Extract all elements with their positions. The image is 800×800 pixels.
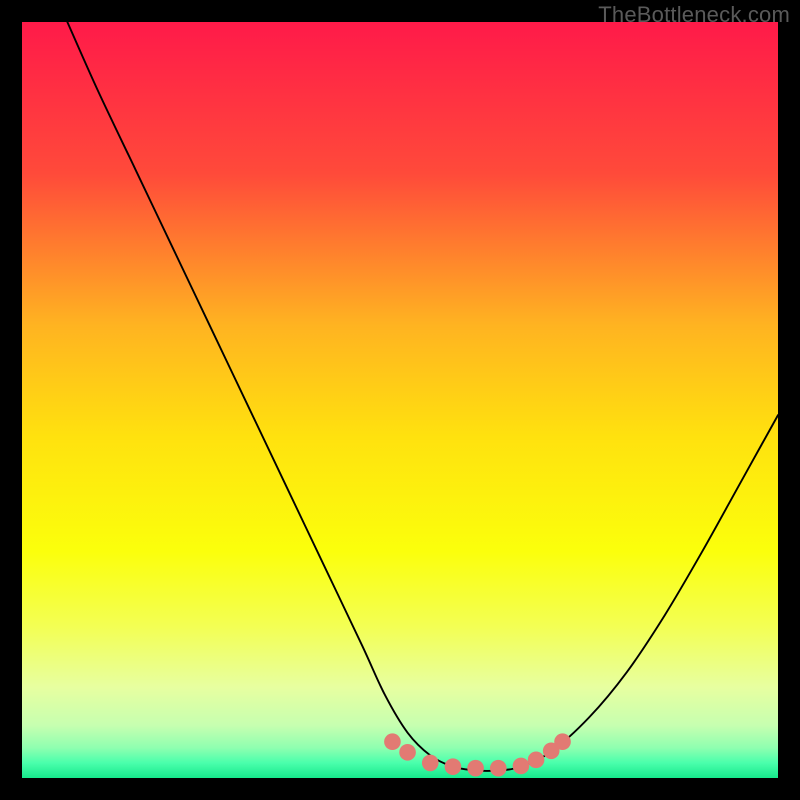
plateau-marker — [513, 758, 530, 775]
plateau-marker — [467, 760, 484, 777]
curve-layer — [22, 22, 778, 778]
plateau-marker — [422, 755, 439, 772]
plateau-marker — [554, 733, 571, 750]
plot-area — [22, 22, 778, 778]
plateau-marker — [445, 758, 462, 775]
bottleneck-curve — [67, 22, 778, 771]
plateau-marker — [490, 760, 507, 777]
plateau-marker — [528, 752, 545, 769]
plateau-markers — [384, 733, 571, 776]
plateau-marker — [384, 733, 401, 750]
plateau-marker — [399, 744, 416, 761]
chart-frame: TheBottleneck.com — [0, 0, 800, 800]
